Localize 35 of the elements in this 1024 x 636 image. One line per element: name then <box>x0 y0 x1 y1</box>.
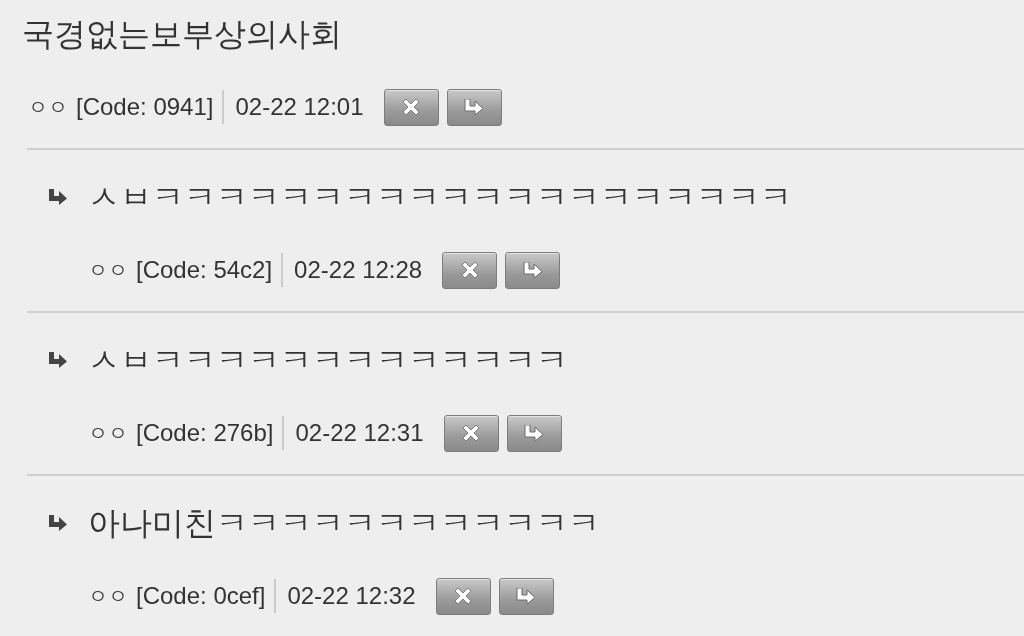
user-code: [Code: 54c2] <box>136 256 273 284</box>
close-icon <box>461 423 482 443</box>
user-code: [Code: 276b] <box>136 419 274 447</box>
timestamp: 02-22 12:28 <box>294 256 423 284</box>
close-icon <box>453 586 474 606</box>
close-icon <box>459 260 480 280</box>
reply-button[interactable] <box>498 577 554 615</box>
close-icon <box>401 97 422 117</box>
bent-arrow-icon <box>522 262 543 278</box>
author-name: ㅇㅇ <box>28 94 68 120</box>
author-name: ㅇㅇ <box>88 583 128 609</box>
comment-text: ㅅㅂㅋㅋㅋㅋㅋㅋㅋㅋㅋㅋㅋㅋㅋㅋㅋㅋㅋㅋㅋㅋ <box>88 178 792 217</box>
delete-button[interactable] <box>443 414 499 452</box>
author-name: ㅇㅇ <box>88 257 128 283</box>
comment-text: ㅅㅂㅋㅋㅋㅋㅋㅋㅋㅋㅋㅋㅋㅋㅋ <box>88 341 568 380</box>
post-title: 국경없는보부상의사회 <box>22 15 343 54</box>
timestamp: 02-22 12:31 <box>295 419 424 447</box>
bent-arrow-icon <box>464 99 485 115</box>
delete-button[interactable] <box>435 577 491 615</box>
bent-arrow-icon <box>516 588 537 604</box>
user-code: [Code: 0941] <box>76 93 214 121</box>
reply-arrow-icon <box>48 515 68 531</box>
timestamp: 02-22 12:01 <box>235 93 364 121</box>
comment-text: 아나미친ㅋㅋㅋㅋㅋㅋㅋㅋㅋㅋㅋㅋ <box>88 504 600 543</box>
timestamp: 02-22 12:32 <box>287 582 416 610</box>
reply-arrow-icon <box>48 189 68 205</box>
reply-button[interactable] <box>506 414 562 452</box>
reply-button[interactable] <box>446 88 502 126</box>
delete-button[interactable] <box>383 88 439 126</box>
reply-arrow-icon <box>48 352 68 368</box>
bent-arrow-icon <box>524 425 545 441</box>
delete-button[interactable] <box>442 251 498 289</box>
user-code: [Code: 0cef] <box>136 582 266 610</box>
author-name: ㅇㅇ <box>88 420 128 446</box>
reply-button[interactable] <box>505 251 561 289</box>
